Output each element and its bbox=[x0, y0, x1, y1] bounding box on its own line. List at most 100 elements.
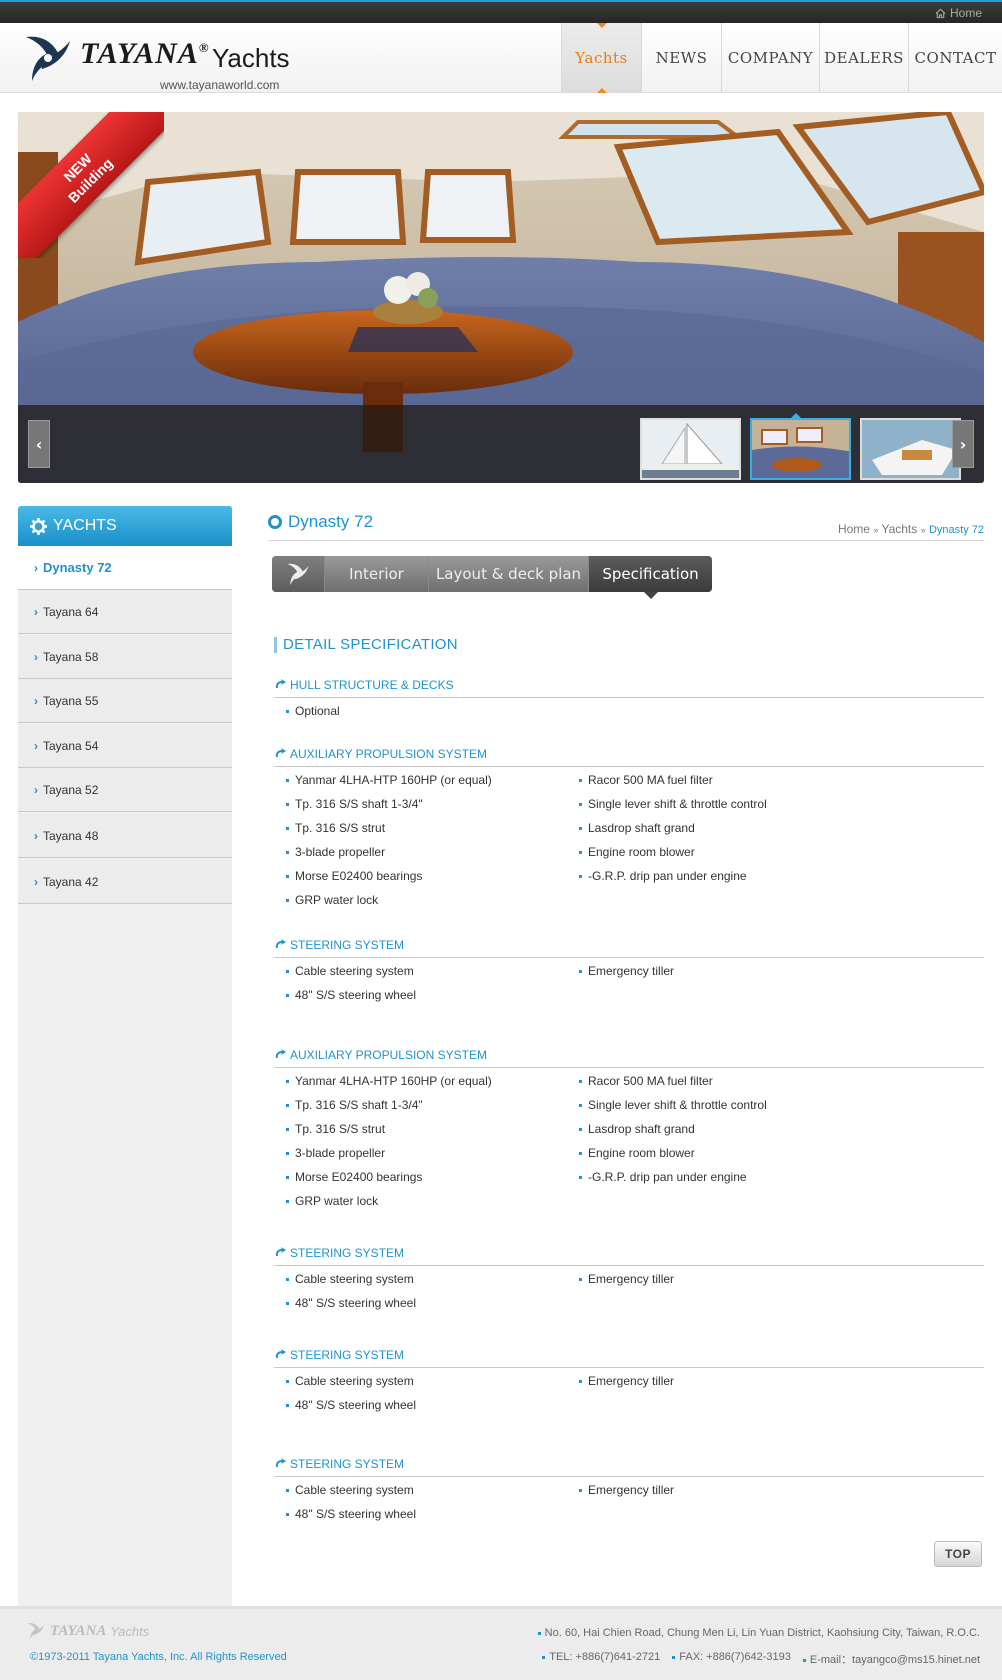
bullet-icon bbox=[579, 1127, 582, 1131]
bullet-icon bbox=[286, 898, 289, 902]
spec-section-rule bbox=[274, 1367, 984, 1368]
footer-fax-text: FAX: +886(7)642-3193 bbox=[679, 1651, 791, 1663]
spec-section-header: STEERING SYSTEM bbox=[274, 1455, 984, 1473]
spec-items: Cable steering system 48" S/S steering wh… bbox=[274, 1272, 984, 1320]
bullet-icon bbox=[579, 1103, 582, 1107]
heading-bar bbox=[274, 636, 277, 653]
home-link[interactable]: Home bbox=[935, 6, 982, 20]
tab-layout-deck-plan[interactable]: Layout & deck plan bbox=[428, 556, 588, 592]
spec-section-rule bbox=[274, 766, 984, 767]
bullet-icon bbox=[286, 874, 289, 878]
footer-logo: TAYANA Yachts bbox=[26, 1621, 149, 1641]
chevron-right-icon: › bbox=[34, 738, 38, 753]
spec-section-title: AUXILIARY PROPULSION SYSTEM bbox=[290, 1048, 487, 1062]
sidebar-item-tayana-55[interactable]: › Tayana 55 bbox=[18, 679, 232, 723]
chevron-right-icon: › bbox=[34, 560, 38, 575]
sidebar-item-dynasty-72[interactable]: › Dynasty 72 bbox=[18, 546, 232, 590]
sidebar-item-tayana-42[interactable]: › Tayana 42 bbox=[18, 860, 232, 904]
bullet-icon bbox=[802, 1658, 806, 1662]
nav-company[interactable]: COMPANY bbox=[721, 23, 819, 93]
spec-section-header: STEERING SYSTEM bbox=[274, 936, 984, 954]
spec-item-text: Morse E02400 bearings bbox=[295, 1170, 423, 1184]
breadcrumb-home[interactable]: Home bbox=[838, 522, 870, 536]
brand-name: TAYANA® bbox=[80, 37, 210, 70]
spec-item-text: Lasdrop shaft grand bbox=[588, 1122, 695, 1136]
nav-contact[interactable]: CONTACT bbox=[908, 23, 1002, 93]
back-to-top-button[interactable]: TOP bbox=[934, 1541, 982, 1567]
bullet-icon bbox=[286, 778, 289, 782]
spec-item: Emergency tiller bbox=[579, 1272, 674, 1286]
nav-company-label: COMPANY bbox=[727, 49, 814, 67]
prev-slide-button[interactable]: ‹ bbox=[28, 420, 50, 468]
spec-section: HULL STRUCTURE & DECKS Optional bbox=[274, 676, 984, 728]
spec-item: Morse E02400 bearings bbox=[286, 1170, 422, 1184]
spec-section-header: AUXILIARY PROPULSION SYSTEM bbox=[274, 745, 984, 763]
spec-item: Tp. 316 S/S strut bbox=[286, 821, 385, 835]
spec-item: Cable steering system bbox=[286, 1483, 414, 1497]
spec-item-text: 48" S/S steering wheel bbox=[295, 1296, 416, 1310]
spec-item: 3-blade propeller bbox=[286, 845, 385, 859]
spec-section-title: STEERING SYSTEM bbox=[290, 938, 405, 952]
spec-item: -G.R.P. drip pan under engine bbox=[579, 1170, 747, 1184]
section-swirl-icon bbox=[275, 1458, 286, 1467]
spec-section-title: STEERING SYSTEM bbox=[290, 1457, 405, 1471]
bullet-icon bbox=[579, 826, 582, 830]
spec-section-title: STEERING SYSTEM bbox=[290, 1246, 405, 1260]
logo[interactable]: TAYANA® Yachts www.tayanaworld.com bbox=[22, 31, 312, 92]
bullet-icon bbox=[579, 802, 582, 806]
spec-item: Cable steering system bbox=[286, 1272, 414, 1286]
nav-dealers-label: DEALERS bbox=[824, 49, 904, 67]
bullet-icon bbox=[286, 802, 289, 806]
sidebar-item-tayana-58[interactable]: › Tayana 58 bbox=[18, 635, 232, 679]
section-swirl-icon bbox=[275, 1049, 286, 1058]
footer-email[interactable]: E-mail：tayangco@ms15.hinet.net bbox=[802, 1651, 980, 1667]
spec-item: Lasdrop shaft grand bbox=[579, 1122, 695, 1136]
spec-item: Single lever shift & throttle control bbox=[579, 797, 767, 811]
bullet-icon bbox=[579, 1488, 582, 1492]
spec-section-rule bbox=[274, 1476, 984, 1477]
bullet-icon bbox=[286, 1512, 289, 1516]
spec-item-text: 48" S/S steering wheel bbox=[295, 988, 416, 1002]
tab-interior[interactable]: Interior bbox=[324, 556, 428, 592]
chevron-right-icon: › bbox=[34, 693, 38, 708]
bullet-icon bbox=[579, 778, 582, 782]
thumbnail-sailing[interactable] bbox=[640, 418, 741, 480]
spec-item-text: Emergency tiller bbox=[588, 964, 675, 978]
sidebar-item-tayana-48[interactable]: › Tayana 48 bbox=[18, 814, 232, 858]
circle-bullet-icon bbox=[268, 515, 282, 529]
breadcrumb-yachts[interactable]: Yachts bbox=[881, 522, 917, 536]
thumbnail-deck[interactable] bbox=[860, 418, 961, 480]
spec-item-text: Single lever shift & throttle control bbox=[588, 1098, 767, 1112]
nav-news[interactable]: NEWS bbox=[641, 23, 721, 93]
bullet-icon bbox=[579, 850, 582, 854]
sidebar-item-tayana-64[interactable]: › Tayana 64 bbox=[18, 590, 232, 634]
bullet-icon bbox=[286, 1488, 289, 1492]
thumbnail-strip: ‹ › bbox=[18, 405, 984, 483]
detail-spec-heading-text: DETAIL SPECIFICATION bbox=[283, 636, 458, 653]
spec-item-text: Cable steering system bbox=[295, 1483, 414, 1497]
bullet-icon bbox=[579, 1379, 582, 1383]
next-slide-button[interactable]: › bbox=[952, 420, 974, 468]
hero-banner: NEW Building ‹ › bbox=[18, 112, 984, 483]
nav-dealers[interactable]: DEALERS bbox=[819, 23, 908, 93]
spec-section: STEERING SYSTEM Cable steering system 48" … bbox=[274, 936, 984, 1012]
footer-contact: TEL: +886(7)641-2721 FAX: +886(7)642-319… bbox=[542, 1651, 980, 1667]
page-title: Dynasty 72 bbox=[268, 512, 373, 532]
chevron-right-icon: › bbox=[34, 874, 38, 889]
thumbnail-interior[interactable] bbox=[750, 418, 851, 480]
header: TAYANA® Yachts www.tayanaworld.com Yacht… bbox=[0, 23, 1002, 93]
bullet-icon bbox=[286, 1277, 289, 1281]
sidebar-item-label: Tayana 55 bbox=[43, 693, 99, 708]
nav-yachts[interactable]: Yachts bbox=[561, 23, 641, 93]
sidebar-item-tayana-52[interactable]: › Tayana 52 bbox=[18, 768, 232, 812]
copyright: ©1973-2011 Tayana Yachts, Inc. All Right… bbox=[30, 1651, 287, 1663]
footer-email-text: E-mail：tayangco@ms15.hinet.net bbox=[809, 1654, 980, 1666]
spec-items: Cable steering system 48" S/S steering wh… bbox=[274, 1374, 984, 1422]
sidebar-item-tayana-54[interactable]: › Tayana 54 bbox=[18, 724, 232, 768]
detail-spec-heading: DETAIL SPECIFICATION bbox=[274, 636, 458, 653]
spec-item: 48" S/S steering wheel bbox=[286, 988, 416, 1002]
title-divider bbox=[268, 540, 984, 541]
nav-contact-label: CONTACT bbox=[914, 49, 997, 67]
spec-item-text: Cable steering system bbox=[295, 1272, 414, 1286]
tab-specification[interactable]: Specification bbox=[588, 556, 712, 599]
